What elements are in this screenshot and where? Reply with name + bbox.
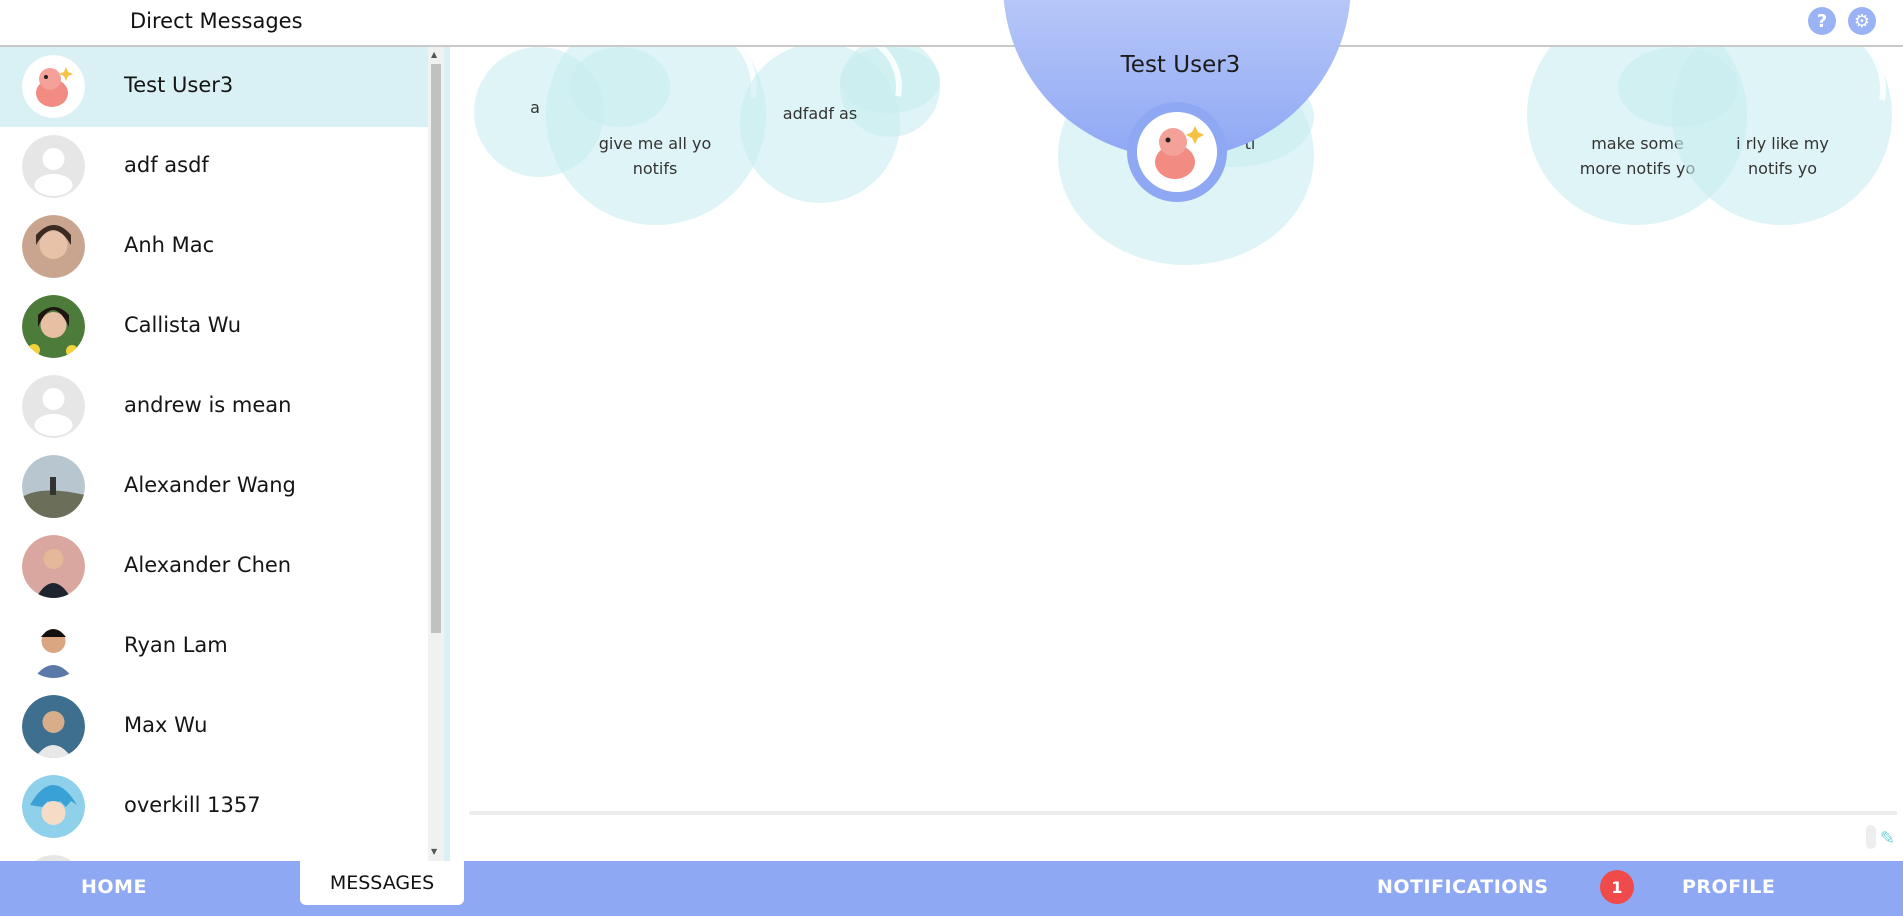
- contact-list-scrollbar[interactable]: ▲ ▼: [428, 47, 444, 861]
- contact-name: Callista Wu: [124, 313, 242, 337]
- contact-name: overkill 1357: [124, 793, 261, 817]
- user-photo: [22, 295, 85, 358]
- scroll-down-icon[interactable]: ▼: [431, 847, 437, 856]
- contact-item-anh-mac[interactable]: Anh Mac: [0, 207, 428, 287]
- contact-item-adf-asdf[interactable]: adf asdf: [0, 127, 428, 207]
- message-text: i rly like my notifs yo: [1736, 134, 1829, 178]
- nav-notifications[interactable]: NOTIFICATIONS: [1377, 876, 1549, 898]
- contact-list: Test User3 adf asdf Anh Mac Callista Wu …: [0, 47, 428, 861]
- dragon-avatar-icon: [22, 55, 85, 118]
- user-photo: [22, 455, 85, 518]
- contact-name: Anh Mac: [124, 233, 215, 257]
- gear-icon[interactable]: ⚙: [1848, 7, 1876, 35]
- scroll-up-icon[interactable]: ▲: [431, 50, 437, 59]
- nav-profile[interactable]: PROFILE: [1682, 876, 1775, 898]
- user-photo: [22, 695, 85, 758]
- dragon-avatar-icon[interactable]: [1137, 112, 1217, 192]
- contact-item-alexander-wang[interactable]: Alexander Wang: [0, 447, 428, 527]
- contact-name: adf asdf: [124, 153, 209, 177]
- user-photo: [22, 615, 85, 678]
- notification-badge: 1: [1600, 870, 1634, 904]
- user-photo: [22, 215, 85, 278]
- contact-item-test-user3[interactable]: Test User3: [0, 47, 428, 127]
- default-avatar-icon: [22, 375, 85, 438]
- message-input-divider: [469, 811, 1897, 815]
- bottom-navbar: HOME MESSAGES NOTIFICATIONS 1 PROFILE: [0, 861, 1903, 916]
- message-text: adfadf as: [782, 104, 858, 123]
- contact-item-callista-wu[interactable]: Callista Wu: [0, 287, 428, 367]
- contact-item-partial[interactable]: [0, 847, 428, 861]
- recipient-name: Test User3: [1120, 52, 1241, 78]
- help-icon[interactable]: ?: [1808, 7, 1836, 35]
- contact-name: Max Wu: [124, 713, 208, 737]
- contact-item-ryan-lam[interactable]: Ryan Lam: [0, 607, 428, 687]
- contact-item-alexander-chen[interactable]: Alexander Chen: [0, 527, 428, 607]
- scroll-thumb[interactable]: [431, 64, 441, 633]
- contact-item-andrew-is-mean[interactable]: andrew is mean: [0, 367, 428, 447]
- contact-name: Test User3: [124, 73, 234, 97]
- message-text: give me all yo notifs: [598, 134, 712, 178]
- nav-home[interactable]: HOME: [81, 876, 147, 898]
- top-header: Direct Messages ? ⚙: [0, 0, 1903, 47]
- contact-item-overkill-1357[interactable]: overkill 1357: [0, 767, 428, 847]
- user-photo: [22, 775, 85, 838]
- send-icon[interactable]: ✎: [1880, 828, 1895, 849]
- default-avatar-icon: [22, 135, 85, 198]
- contact-name: Alexander Chen: [124, 553, 292, 577]
- contact-name: Ryan Lam: [124, 633, 228, 657]
- nav-messages[interactable]: MESSAGES: [300, 861, 464, 905]
- contact-name: Alexander Wang: [124, 473, 296, 497]
- contact-item-max-wu[interactable]: Max Wu: [0, 687, 428, 767]
- user-photo: [22, 535, 85, 598]
- contact-name: andrew is mean: [124, 393, 292, 417]
- input-scrollbar[interactable]: [1866, 825, 1876, 849]
- page-title: Direct Messages: [130, 9, 303, 33]
